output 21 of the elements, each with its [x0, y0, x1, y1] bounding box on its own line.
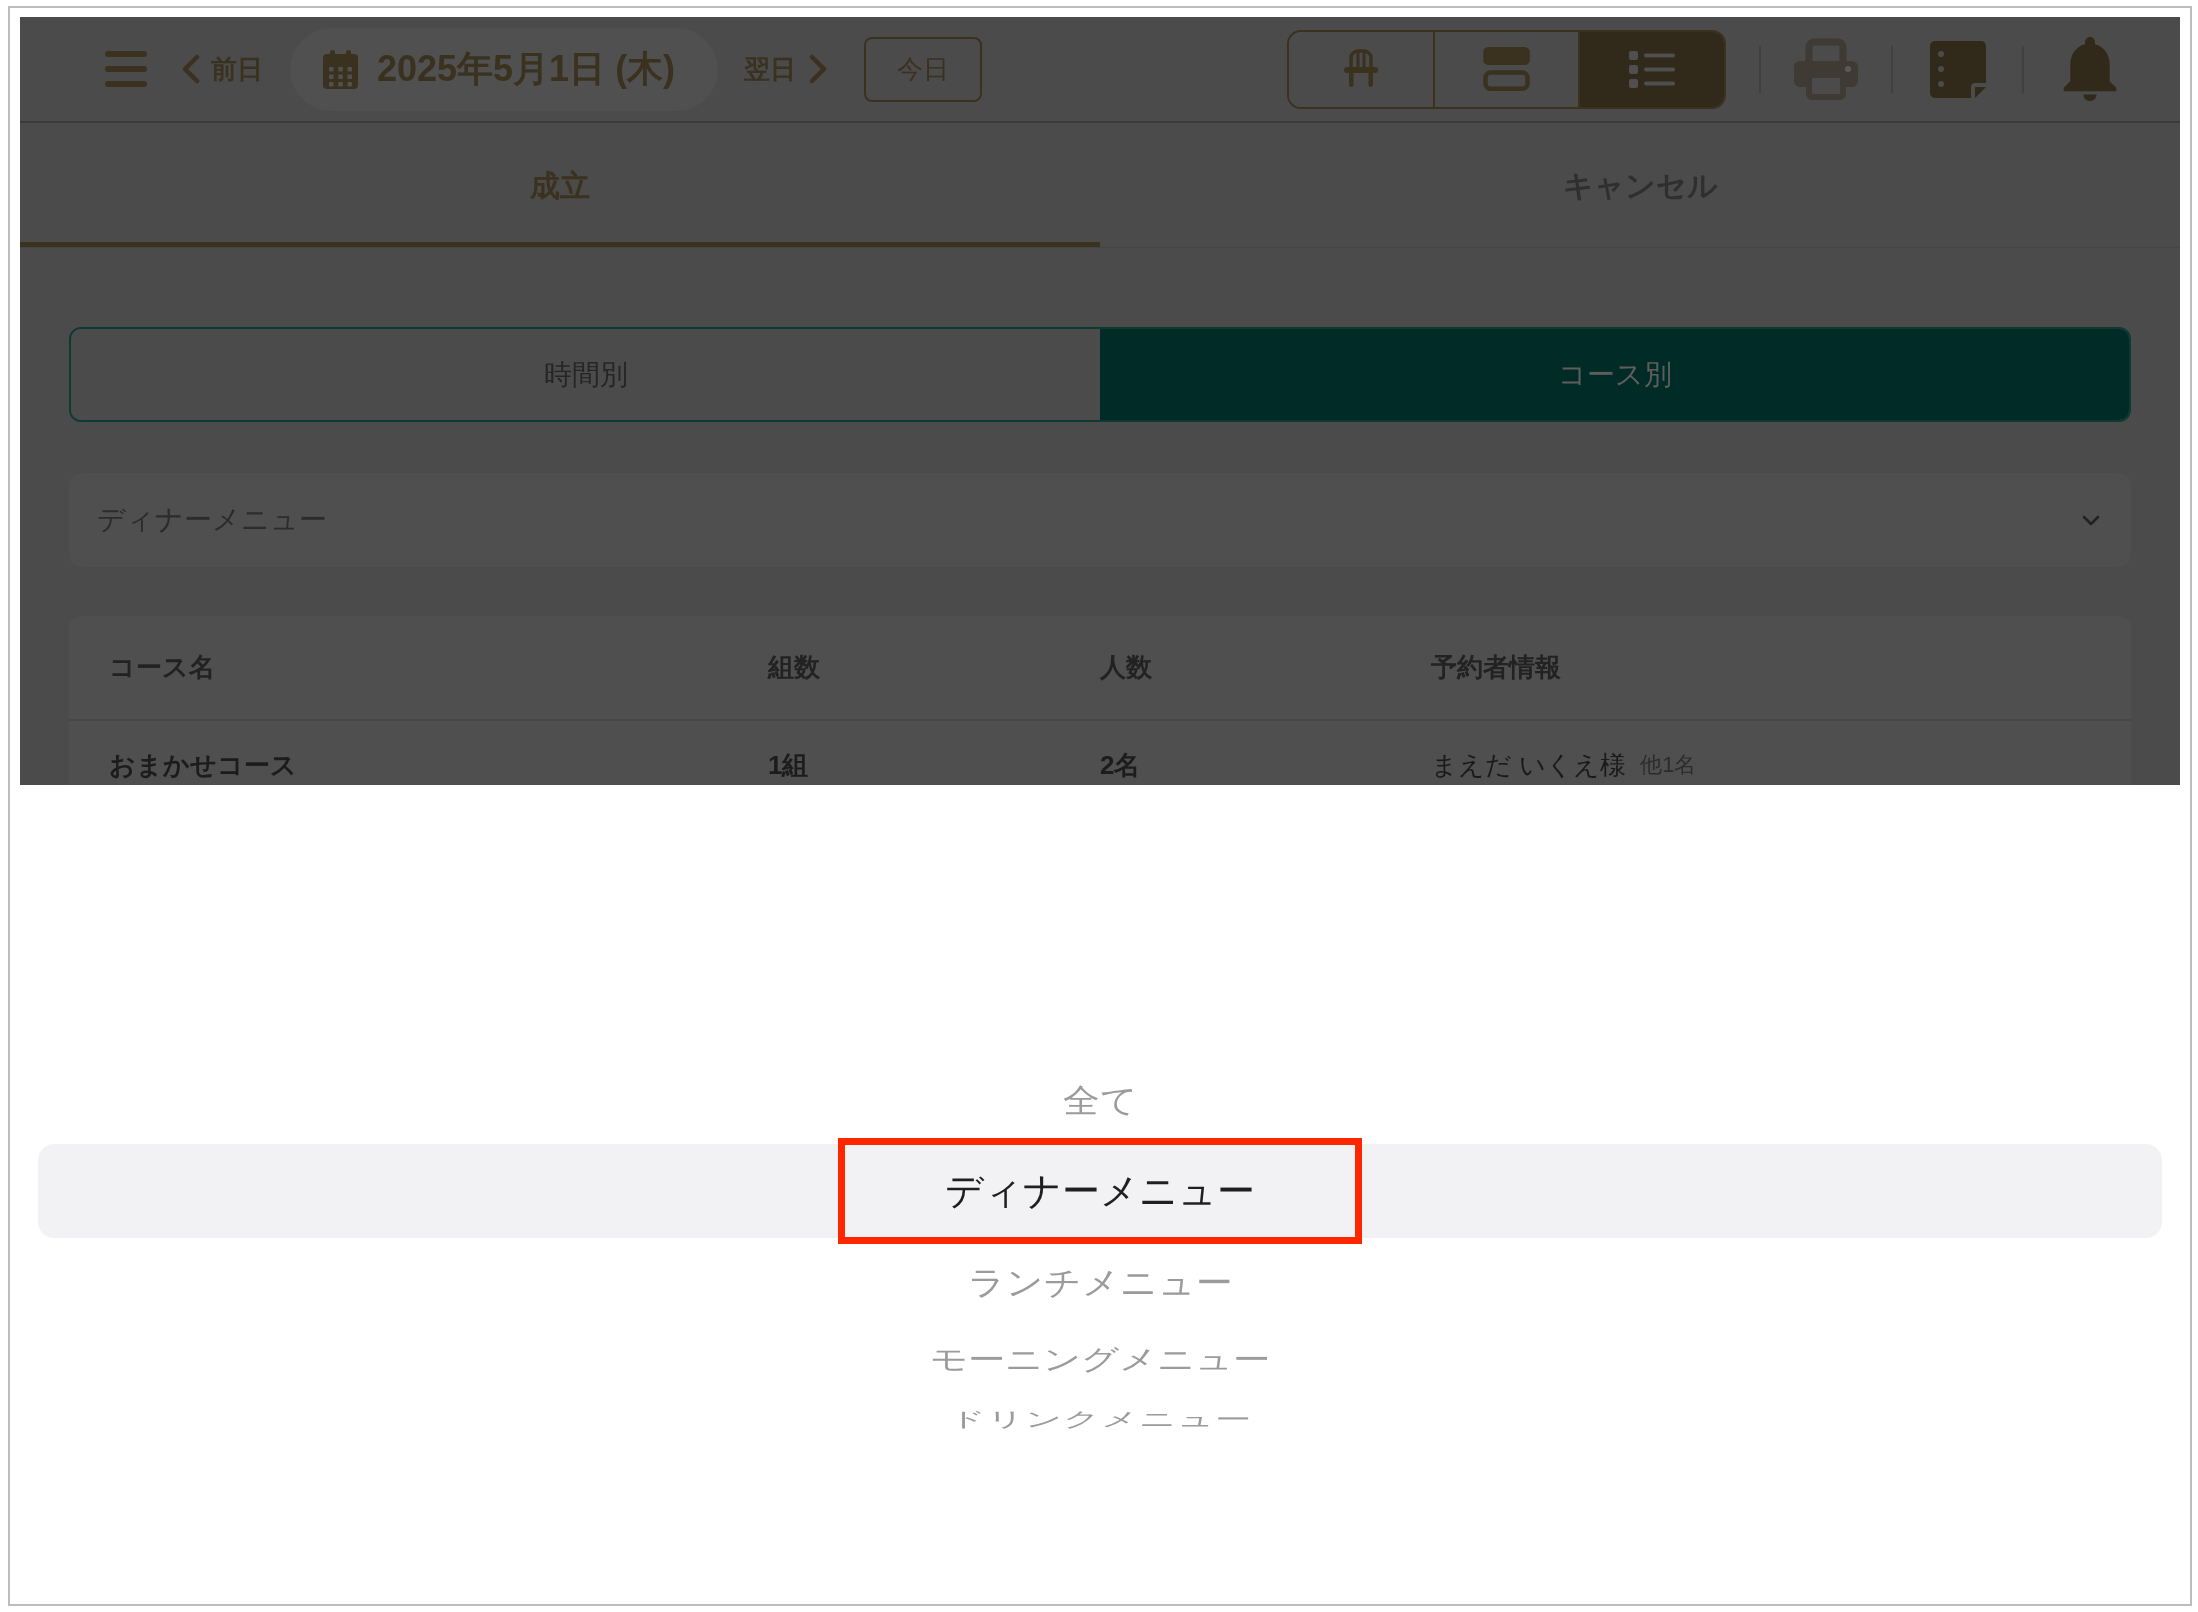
menu-button[interactable]: [105, 51, 147, 87]
list-icon: [1629, 50, 1676, 88]
notes-button[interactable]: [1930, 40, 1986, 98]
note-icon: [1930, 40, 1986, 98]
notifications-button[interactable]: [2063, 37, 2117, 101]
picker-option[interactable]: モーニングメニュー: [930, 1345, 1270, 1373]
picker-option[interactable]: 全て: [1062, 1083, 1138, 1117]
calendar-icon: [323, 49, 358, 89]
chevron-right-icon: [808, 54, 828, 84]
bell-icon: [2063, 37, 2117, 101]
seat-view-button[interactable]: [1289, 31, 1435, 107]
picker-option[interactable]: ランチメニュー: [967, 1265, 1233, 1299]
picker-option[interactable]: ディナーメニュー: [945, 1172, 1255, 1210]
stacked-rows-icon: [1483, 47, 1530, 91]
chevron-left-icon: [181, 54, 201, 84]
list-view-button[interactable]: [1580, 31, 1724, 107]
menu-icon: [105, 51, 147, 87]
printer-icon: [1794, 37, 1858, 101]
picker-option[interactable]: ドリンクメニュー: [948, 1408, 1252, 1430]
segment-tab[interactable]: コース別: [1100, 329, 2129, 420]
chevron-down-icon: [2082, 514, 2100, 526]
